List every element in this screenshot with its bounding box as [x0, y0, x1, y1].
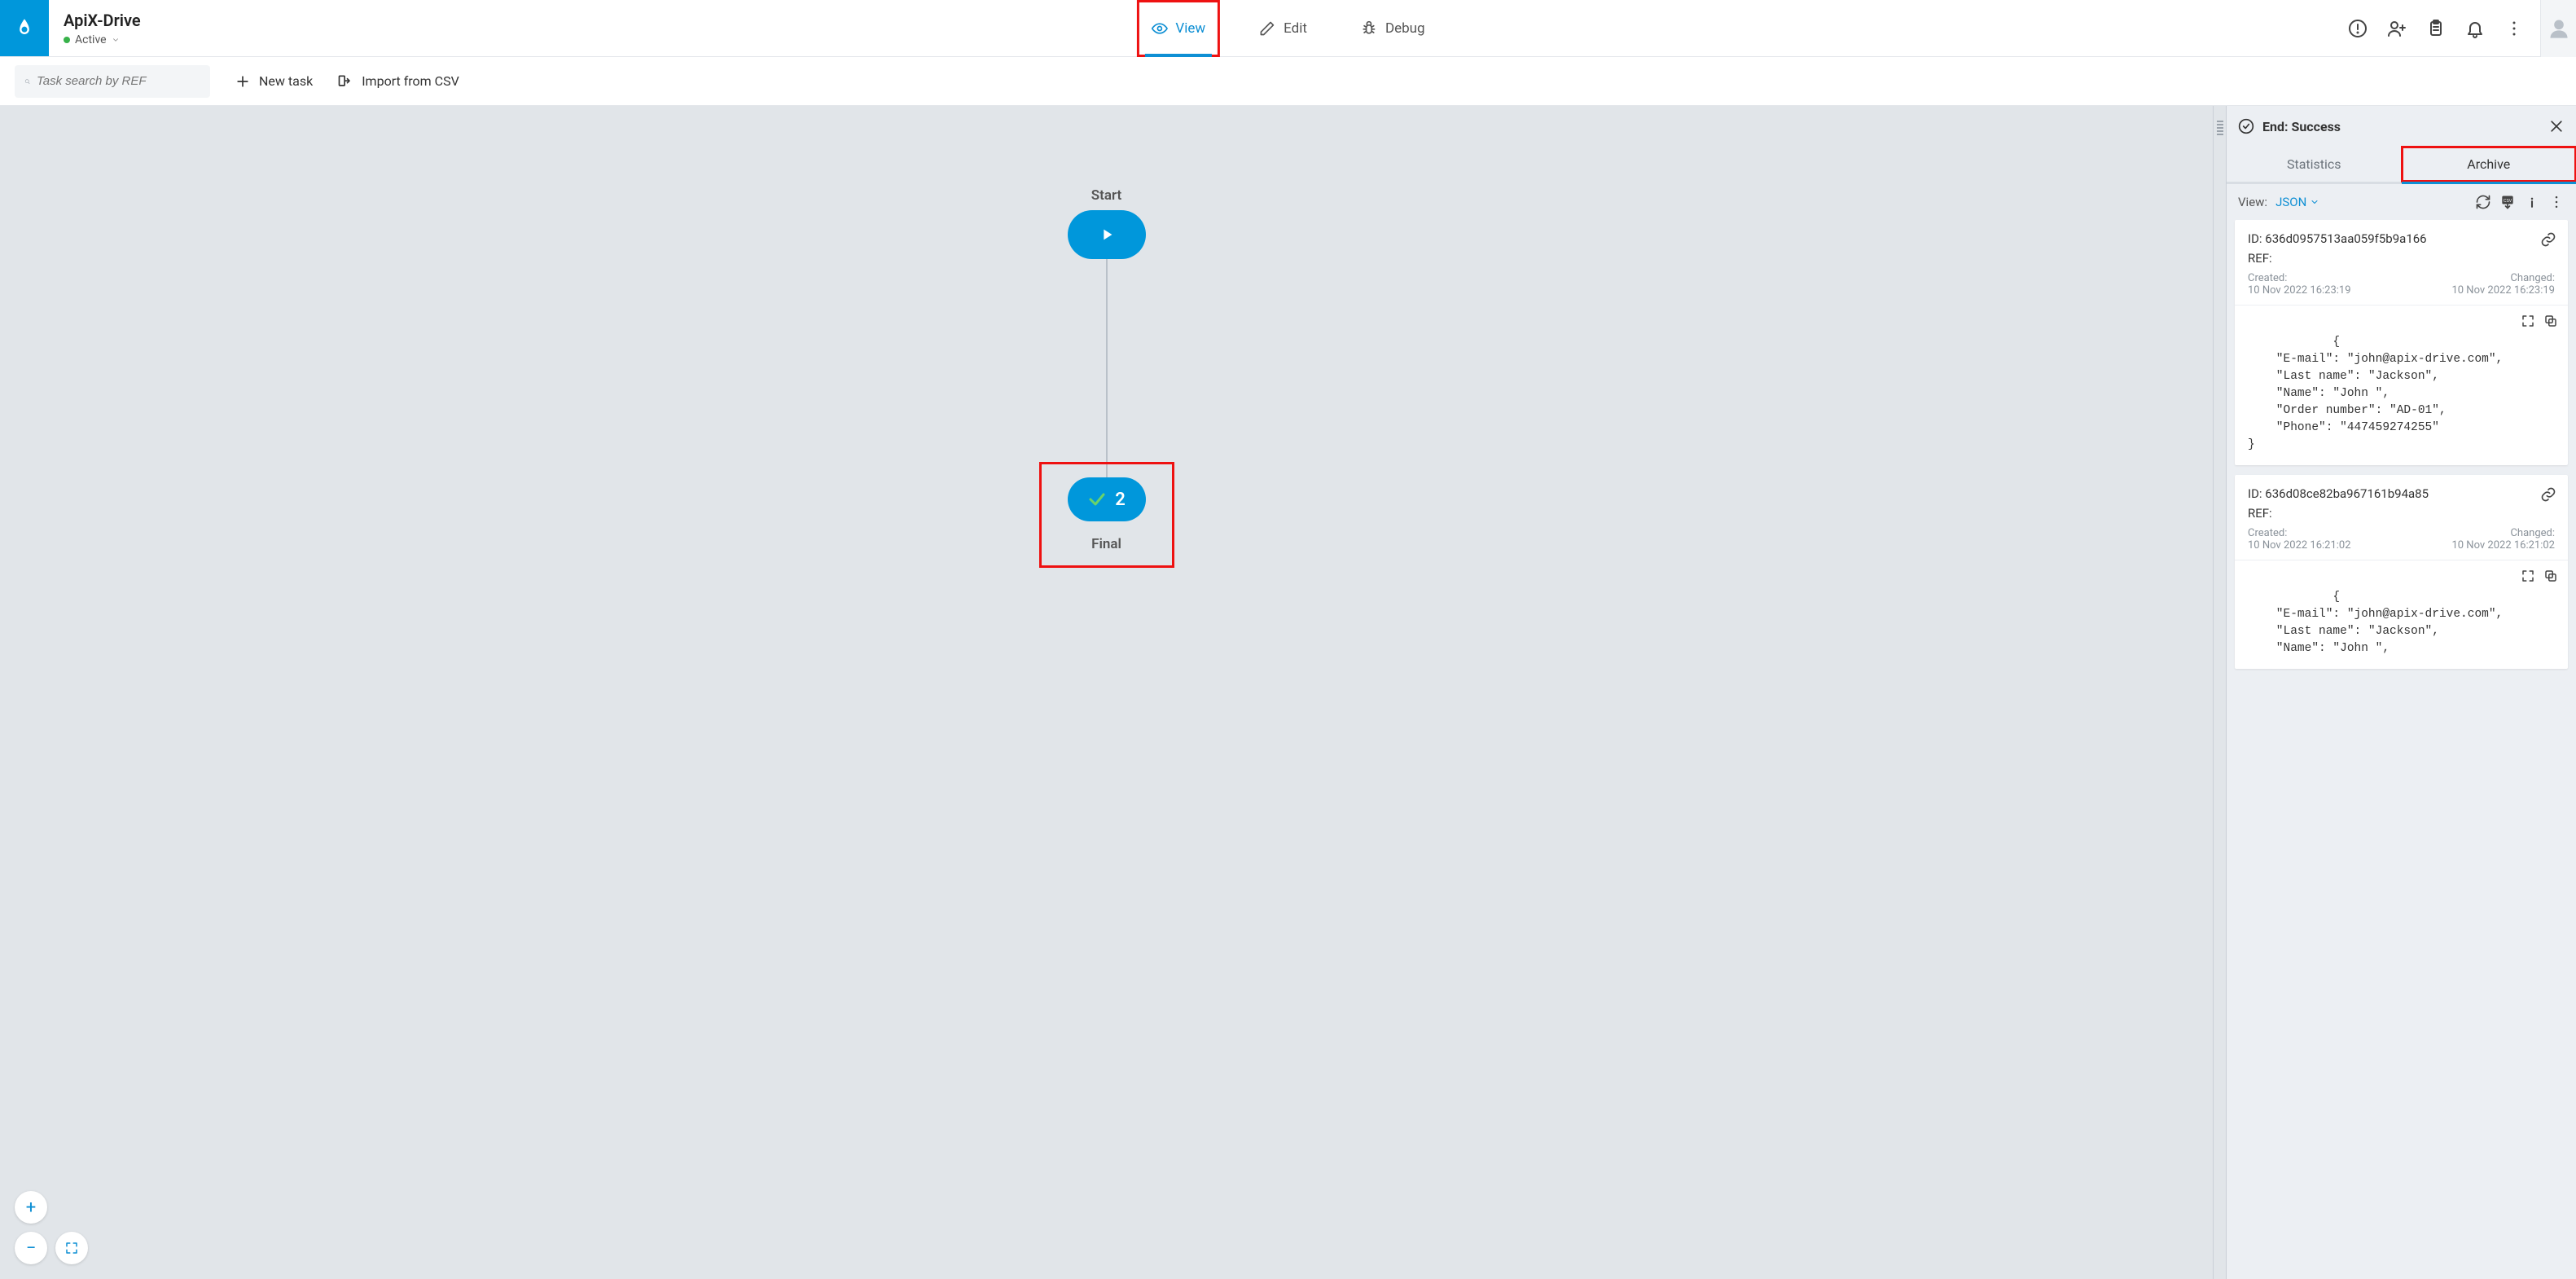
bug-icon [1361, 20, 1377, 37]
svg-text:CSV: CSV [2504, 199, 2512, 204]
bell-icon[interactable] [2465, 19, 2485, 38]
brand-logo [0, 0, 49, 56]
changed-label: Changed: [2451, 527, 2555, 539]
zoom-in-button[interactable]: + [15, 1191, 47, 1224]
changed-label: Changed: [2451, 272, 2555, 284]
check-circle-icon [2238, 118, 2254, 134]
search-input[interactable] [37, 74, 200, 88]
tab-view-label: View [1175, 20, 1205, 37]
workflow-canvas[interactable]: Start 2 Final + − [0, 106, 2213, 1279]
expand-icon[interactable] [2521, 314, 2535, 328]
avatar[interactable] [2540, 0, 2576, 57]
page-title: ApiX-Drive [64, 11, 141, 30]
id-value: 636d08ce82ba967161b94a85 [2265, 486, 2429, 501]
tab-edit-label: Edit [1284, 20, 1307, 37]
info-icon[interactable] [2524, 194, 2540, 210]
eye-icon [1151, 20, 1167, 37]
created-value: 10 Nov 2022 16:21:02 [2248, 539, 2351, 552]
close-icon[interactable] [2548, 118, 2565, 134]
view-value: JSON [2275, 195, 2306, 209]
edge [1106, 259, 1108, 479]
card-json: { "E-mail": "john@apix-drive.com", "Last… [2235, 305, 2568, 465]
ref-label: REF: [2248, 251, 2272, 266]
sub-bar: New task Import from CSV [0, 57, 2576, 106]
copy-icon[interactable] [2543, 314, 2558, 328]
clipboard-icon[interactable] [2426, 19, 2446, 38]
id-label: ID: [2248, 486, 2262, 501]
ref-label: REF: [2248, 506, 2272, 521]
start-node[interactable] [1068, 210, 1146, 259]
final-node[interactable]: 2 [1068, 477, 1146, 521]
created-label: Created: [2248, 527, 2351, 539]
changed-value: 10 Nov 2022 16:21:02 [2451, 539, 2555, 552]
tab-debug-label: Debug [1385, 20, 1425, 37]
panel-title: End: Success [2262, 119, 2341, 134]
panel-tabs: Statistics Archive [2227, 147, 2576, 184]
panel-tab-statistics[interactable]: Statistics [2227, 147, 2402, 182]
final-node-label: Final [1091, 536, 1121, 552]
view-format-dropdown[interactable]: JSON [2275, 195, 2319, 209]
panel-resize-handle[interactable] [2213, 106, 2226, 1279]
plus-icon [235, 73, 251, 90]
pencil-icon [1259, 20, 1275, 37]
id-value: 636d0957513aa059f5b9a166 [2265, 231, 2426, 246]
refresh-icon[interactable] [2475, 194, 2491, 210]
more-vertical-icon[interactable] [2504, 19, 2524, 38]
chevron-down-icon [112, 36, 120, 44]
side-panel: End: Success Statistics Archive View: JS… [2226, 106, 2576, 1279]
panel-body[interactable]: ID: 636d0957513aa059f5b9a166 REF: Create… [2227, 220, 2576, 1279]
status-dropdown[interactable]: Active [64, 33, 141, 46]
panel-toolbar: View: JSON CSV [2227, 184, 2576, 220]
changed-value: 10 Nov 2022 16:23:19 [2451, 284, 2555, 297]
copy-icon[interactable] [2543, 569, 2558, 583]
panel-tab-archive[interactable]: Archive [2402, 147, 2576, 182]
id-label: ID: [2248, 231, 2262, 246]
mode-tabs: View Edit Debug [1136, 0, 1439, 57]
card-json: { "E-mail": "john@apix-drive.com", "Last… [2235, 560, 2568, 669]
search-icon [24, 75, 30, 88]
tab-edit[interactable]: Edit [1244, 0, 1322, 57]
view-label: View: [2238, 195, 2267, 209]
tab-debug[interactable]: Debug [1346, 0, 1440, 57]
panel-header: End: Success [2227, 106, 2576, 147]
tab-view[interactable]: View [1136, 0, 1220, 57]
import-csv-label: Import from CSV [362, 73, 459, 89]
alert-icon[interactable] [2348, 19, 2368, 38]
chevron-down-icon [2310, 197, 2319, 207]
top-bar: ApiX-Drive Active View Edit Debug [0, 0, 2576, 57]
final-node-highlight: 2 Final [1042, 464, 1172, 565]
export-csv-icon[interactable]: CSV [2499, 194, 2516, 210]
final-node-count: 2 [1115, 490, 1126, 510]
archive-card: ID: 636d08ce82ba967161b94a85 REF: Create… [2235, 475, 2568, 669]
fit-view-button[interactable] [55, 1232, 88, 1264]
new-task-label: New task [259, 73, 313, 89]
created-label: Created: [2248, 272, 2351, 284]
status-dot-icon [64, 37, 70, 43]
play-icon [1098, 226, 1116, 244]
more-vertical-icon[interactable] [2548, 194, 2565, 210]
add-user-icon[interactable] [2387, 19, 2407, 38]
link-icon[interactable] [2540, 486, 2556, 503]
top-right-icons [2348, 0, 2540, 56]
status-label: Active [75, 33, 107, 46]
canvas-controls: + − [15, 1191, 88, 1264]
zoom-out-button[interactable]: − [15, 1232, 47, 1264]
created-value: 10 Nov 2022 16:23:19 [2248, 284, 2351, 297]
check-icon [1087, 490, 1107, 509]
new-task-button[interactable]: New task [235, 73, 313, 90]
link-icon[interactable] [2540, 231, 2556, 248]
search-box[interactable] [15, 65, 210, 98]
start-node-label: Start [1091, 187, 1121, 204]
archive-card: ID: 636d0957513aa059f5b9a166 REF: Create… [2235, 220, 2568, 465]
import-icon [337, 73, 353, 90]
import-csv-button[interactable]: Import from CSV [337, 73, 459, 90]
expand-icon[interactable] [2521, 569, 2535, 583]
